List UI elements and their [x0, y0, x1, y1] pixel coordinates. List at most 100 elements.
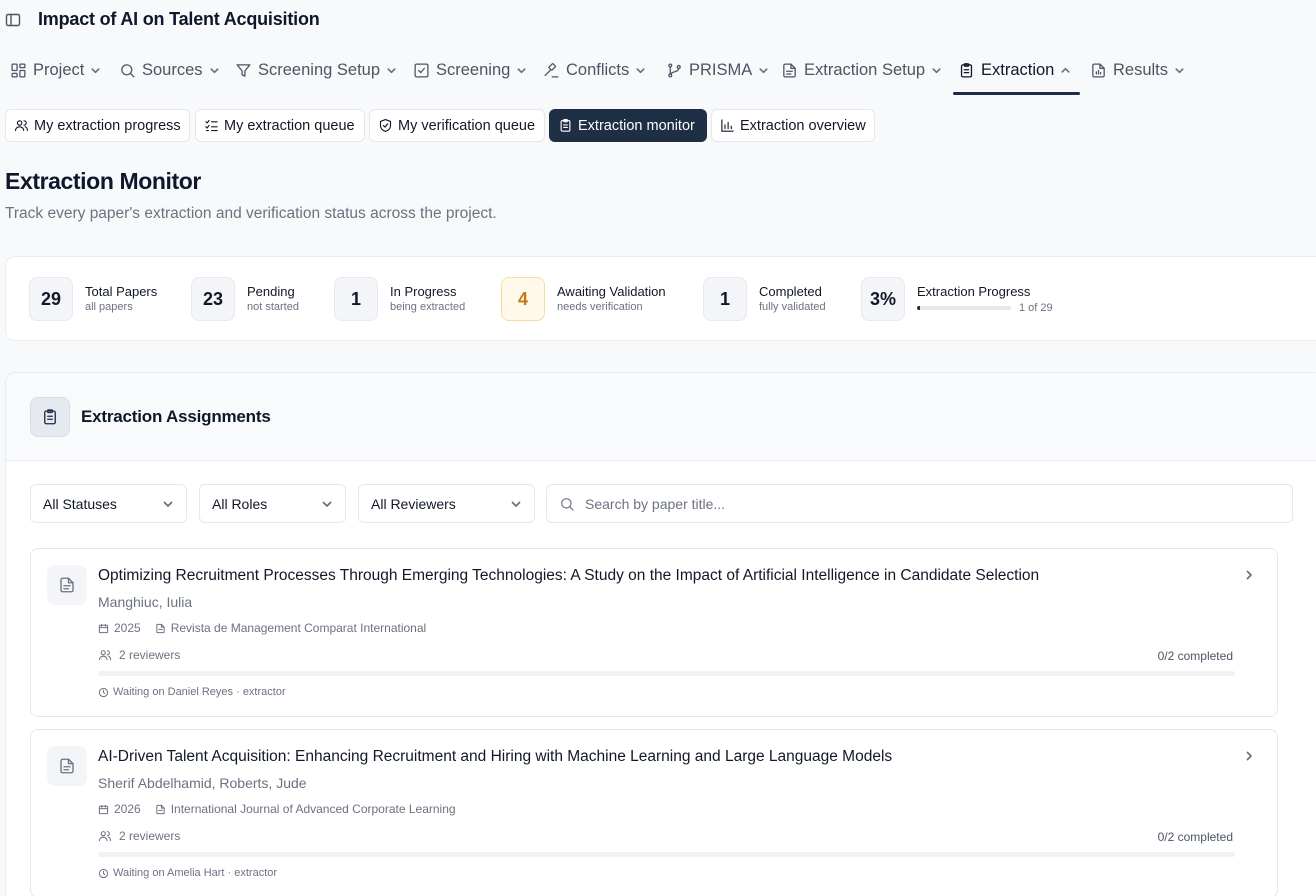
paper-completed: 0/2 completed	[1157, 649, 1233, 663]
chevron-right-icon[interactable]	[1243, 569, 1255, 581]
paper-meta: 2025 Revista de Management Comparat Inte…	[98, 621, 426, 635]
stats-card: 29 Total Papers all papers 23 Pending no…	[5, 256, 1316, 341]
paper-reviewers-count: 2 reviewers	[119, 648, 181, 662]
nav-label: PRISMA	[689, 60, 753, 79]
paper-card[interactable]: Optimizing Recruitment Processes Through…	[30, 548, 1278, 717]
stat-label: Pending	[247, 283, 295, 299]
status-filter-select[interactable]: All Statuses	[30, 484, 187, 523]
page-title: Extraction Monitor	[5, 168, 201, 194]
paper-journal: Revista de Management Comparat Internati…	[170, 621, 427, 635]
stat-total-papers: 29 Total Papers all papers	[29, 277, 157, 321]
clipboard-icon	[958, 62, 975, 79]
stat-extraction-progress: 3% Extraction Progress 1 of 29	[861, 277, 1053, 321]
paper-authors: Sherif Abdelhamid, Roberts, Jude	[98, 775, 307, 791]
nav-extraction-setup[interactable]: Extraction Setup	[781, 44, 942, 96]
stat-sub: all papers	[85, 300, 133, 313]
calendar-icon	[98, 804, 109, 815]
users-icon	[98, 829, 112, 843]
git-branch-icon	[666, 62, 683, 79]
nav-label: Extraction	[981, 60, 1055, 79]
chevron-down-icon	[209, 65, 220, 76]
chevron-right-icon[interactable]	[1243, 750, 1255, 762]
stat-label: In Progress	[390, 283, 457, 299]
paper-year: 2025	[114, 621, 141, 635]
bar-chart-file-icon	[1090, 62, 1107, 79]
paper-card[interactable]: AI-Driven Talent Acquisition: Enhancing …	[30, 729, 1278, 896]
check-square-icon	[413, 62, 430, 79]
stat-value: 4	[501, 277, 545, 321]
nav-prisma[interactable]: PRISMA	[666, 44, 769, 96]
nav-results[interactable]: Results	[1090, 44, 1185, 96]
paper-waiting: Waiting on Daniel Reyes · extractor	[98, 686, 286, 698]
paper-waiting: Waiting on Amelia Hart · extractor	[98, 867, 277, 879]
nav-extraction[interactable]: Extraction	[958, 44, 1071, 96]
app-title: Impact of AI on Talent Acquisition	[38, 9, 320, 29]
subtab-extraction-overview[interactable]: Extraction overview	[711, 109, 875, 142]
paper-search	[546, 484, 1293, 523]
status-filter-value: All Statuses	[43, 495, 117, 512]
paper-reviewers-count: 2 reviewers	[119, 829, 181, 843]
progress-value: 3%	[861, 277, 905, 321]
subtab-label: My verification queue	[398, 117, 536, 134]
progress-bar-fill	[917, 306, 921, 310]
shield-check-icon	[378, 118, 393, 133]
nav-label: Extraction Setup	[804, 60, 926, 79]
nav-sources[interactable]: Sources	[119, 44, 220, 96]
paper-reviewers: 2 reviewers	[98, 829, 180, 843]
nav-project[interactable]: Project	[10, 44, 101, 96]
chevron-down-icon	[635, 65, 646, 76]
paper-year: 2026	[114, 802, 141, 816]
users-icon	[14, 118, 29, 133]
reviewers-filter-value: All Reviewers	[371, 495, 456, 512]
stat-sub: needs verification	[557, 300, 643, 313]
clipboard-list-icon	[558, 118, 573, 133]
stat-label: Awaiting Validation	[557, 283, 666, 299]
stat-sub: being extracted	[390, 300, 466, 313]
nav-screening-setup[interactable]: Screening Setup	[235, 44, 397, 96]
paper-reviewers: 2 reviewers	[98, 648, 180, 662]
paper-authors: Manghiuc, Iulia	[98, 594, 193, 610]
active-nav-indicator	[953, 92, 1080, 95]
subtab-my-extraction-progress[interactable]: My extraction progress	[5, 109, 190, 142]
nav-label: Sources	[142, 60, 203, 79]
stat-awaiting-validation: 4 Awaiting Validation needs verification	[501, 277, 666, 321]
stat-completed: 1 Completed fully validated	[703, 277, 826, 321]
nav-conflicts[interactable]: Conflicts	[543, 44, 646, 96]
reviewers-filter-select[interactable]: All Reviewers	[358, 484, 535, 523]
search-icon	[559, 496, 575, 512]
top-bar: Impact of AI on Talent Acquisition	[0, 0, 1316, 40]
file-text-icon	[781, 62, 798, 79]
paper-title[interactable]: Optimizing Recruitment Processes Through…	[98, 567, 1039, 585]
paper-search-input[interactable]	[585, 495, 1265, 512]
clock-icon	[98, 687, 109, 698]
page-subtitle: Track every paper's extraction and verif…	[5, 205, 497, 222]
roles-filter-select[interactable]: All Roles	[199, 484, 346, 523]
subtab-my-verification-queue[interactable]: My verification queue	[369, 109, 545, 142]
progress-label: Extraction Progress	[917, 284, 1031, 299]
subtab-extraction-monitor[interactable]: Extraction monitor	[549, 109, 707, 142]
file-text-icon	[155, 623, 166, 634]
bar-chart-icon	[720, 118, 735, 133]
subtab-my-extraction-queue[interactable]: My extraction queue	[195, 109, 365, 142]
subtab-label: My extraction queue	[224, 117, 355, 134]
paper-journal: International Journal of Advanced Corpor…	[170, 802, 456, 816]
stat-value: 1	[703, 277, 747, 321]
sidebar-toggle-icon[interactable]	[5, 12, 21, 28]
stat-label: Total Papers	[85, 283, 158, 299]
filter-icon	[235, 62, 252, 79]
panel-header: Extraction Assignments	[6, 373, 1316, 461]
chevron-down-icon	[516, 65, 527, 76]
chevron-up-icon	[1060, 65, 1071, 76]
paper-title[interactable]: AI-Driven Talent Acquisition: Enhancing …	[98, 748, 892, 766]
stat-pending: 23 Pending not started	[191, 277, 299, 321]
paper-completed: 0/2 completed	[1157, 830, 1233, 844]
roles-filter-value: All Roles	[212, 495, 268, 512]
calendar-icon	[98, 623, 109, 634]
chevron-down-icon	[931, 65, 942, 76]
clipboard-list-icon	[30, 397, 70, 437]
extraction-assignments-panel: Extraction Assignments All Statuses All …	[5, 372, 1316, 896]
chevron-down-icon	[758, 65, 769, 76]
users-icon	[98, 648, 112, 662]
stat-value: 23	[191, 277, 235, 321]
nav-screening[interactable]: Screening	[413, 44, 527, 96]
